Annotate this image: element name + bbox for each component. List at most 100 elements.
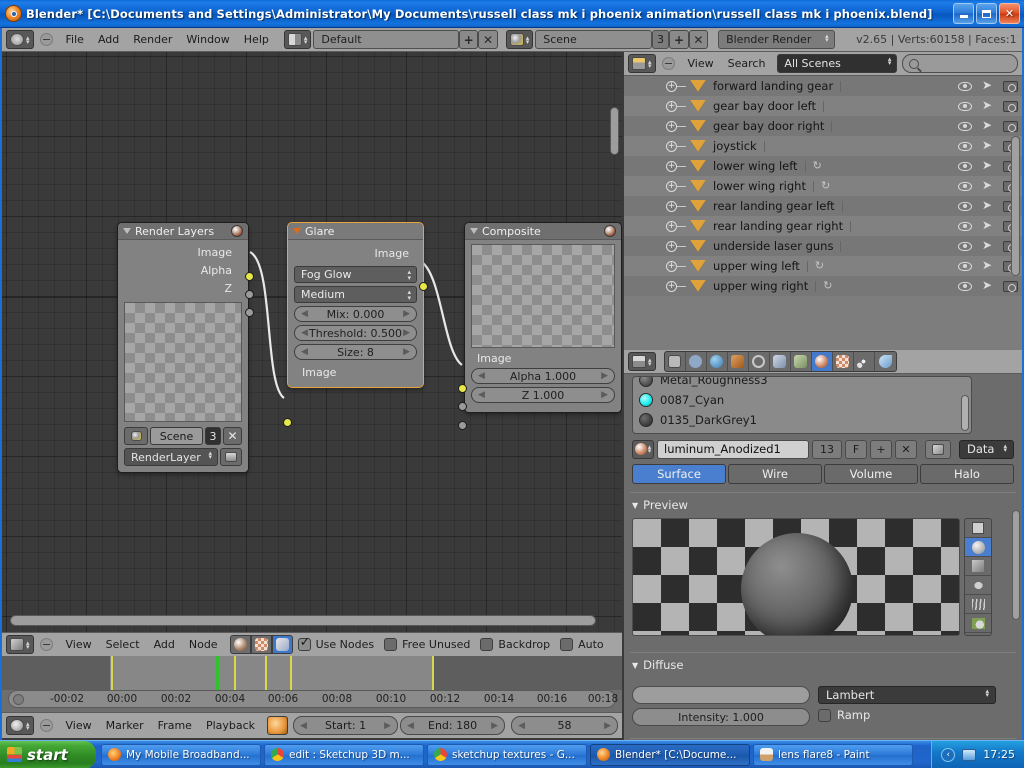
socket-composite-z-in[interactable] [458, 421, 467, 430]
collapse-triangle-icon[interactable] [470, 228, 478, 234]
modifier-icon[interactable]: ↻ [823, 280, 836, 292]
scene-users-count[interactable]: 3 [652, 30, 669, 49]
collapse-menu-icon[interactable] [40, 719, 53, 732]
render-engine-dropdown[interactable]: Blender Render ▴▾ [718, 30, 835, 49]
node-glare[interactable]: Glare Image Fog Glow ▴▾ Medium ▴▾ [287, 222, 424, 388]
diffuse-shader-dropdown[interactable]: Lambert ▴▾ [818, 686, 996, 704]
mesh-data-icon[interactable] [836, 280, 851, 292]
socket-composite-image-in[interactable] [458, 384, 467, 393]
preview-sphere-sky-button[interactable] [965, 614, 991, 633]
tab-texture[interactable] [833, 352, 854, 371]
expand-icon[interactable]: + [666, 121, 677, 132]
node-header[interactable]: Render Layers [118, 223, 248, 240]
mesh-data-icon[interactable] [848, 240, 863, 252]
material-users-count[interactable]: 13 [812, 440, 842, 459]
tab-scene[interactable] [707, 352, 728, 371]
composite-z-slider[interactable]: ◀ Z 1.000 ▶ [471, 387, 615, 403]
glare-size-slider[interactable]: ◀ Size: 8 ▶ [294, 344, 417, 360]
outliner-row-upper-wing-right[interactable]: + upper wing right ↻ ➤ [624, 276, 1022, 296]
outliner-search-input[interactable] [902, 54, 1018, 73]
material-preview[interactable] [632, 518, 960, 636]
menu-add[interactable]: Add [91, 29, 126, 51]
unlink-material-button[interactable]: ✕ [895, 440, 917, 459]
timeline-menu-view[interactable]: View [59, 715, 99, 737]
material-slot-list[interactable]: Metal_Roughness3 0087_Cyan 0135_DarkGrey… [632, 376, 972, 434]
preview-panel-header[interactable]: ▼ Preview [632, 498, 688, 512]
node-menu-node[interactable]: Node [182, 634, 225, 656]
backdrop-checkbox[interactable] [480, 638, 493, 651]
screen-layout-icon-button[interactable]: ▴▾ [284, 30, 312, 49]
expand-icon[interactable]: + [666, 281, 677, 292]
timeline-keyframe[interactable] [290, 656, 292, 690]
node-menu-add[interactable]: Add [147, 634, 182, 656]
node-render-layers[interactable]: Render Layers Image Alpha Z Scene [117, 222, 249, 473]
expand-icon[interactable]: + [666, 161, 677, 172]
outliner-editor[interactable]: ▴▾ View Search All Scenes ▴▾ + forward l… [624, 52, 1022, 350]
screen-layout-field[interactable]: Default [313, 30, 459, 49]
decrease-arrow-icon[interactable]: ◀ [301, 328, 308, 338]
tab-render-layers[interactable] [686, 352, 707, 371]
collapse-menu-icon[interactable] [40, 638, 53, 651]
tab-world[interactable] [728, 352, 749, 371]
expand-icon[interactable]: + [666, 221, 677, 232]
socket-image-out[interactable] [245, 272, 254, 281]
mesh-data-icon[interactable] [858, 220, 873, 232]
selectability-cursor-icon[interactable]: ➤ [982, 80, 993, 92]
mesh-data-icon[interactable] [831, 100, 846, 112]
visibility-eye-icon[interactable] [958, 82, 972, 91]
ramp-checkbox[interactable] [818, 709, 831, 722]
clock[interactable]: 17:25 [983, 748, 1015, 761]
node-header[interactable]: Glare [288, 223, 423, 240]
material-slot-row[interactable]: 0087_Cyan [633, 390, 971, 410]
material-type-volume[interactable]: Volume [824, 464, 918, 484]
visibility-eye-icon[interactable] [958, 202, 972, 211]
network-icon[interactable] [962, 749, 976, 761]
scene-icon-button[interactable]: ▴▾ [506, 30, 534, 49]
add-material-button[interactable]: + [870, 440, 892, 459]
preview-sphere-button[interactable] [965, 538, 991, 557]
node-composite[interactable]: Composite Image ◀ Alpha 1.000 ▶ ◀ [464, 222, 622, 413]
modifier-icon[interactable]: ↻ [821, 180, 834, 192]
minimize-button[interactable] [953, 3, 974, 24]
material-link-dropdown[interactable]: Data ▴▾ [959, 440, 1014, 459]
collapse-triangle-icon[interactable] [293, 228, 301, 234]
outliner-row-upper-wing-left[interactable]: + upper wing left ↻ ➤ [624, 256, 1022, 276]
node-menu-view[interactable]: View [59, 634, 99, 656]
increase-arrow-icon[interactable]: ▶ [604, 721, 611, 731]
browse-material-button[interactable]: ▴▾ [632, 440, 654, 459]
glare-type-dropdown[interactable]: Fog Glow ▴▾ [294, 266, 417, 283]
glare-threshold-slider[interactable]: ◀ Threshold: 0.500 ▶ [294, 325, 417, 341]
modifier-icon[interactable]: ↻ [813, 160, 826, 172]
timeline-ruler-knob[interactable] [13, 694, 24, 705]
preview-cube-button[interactable] [965, 557, 991, 576]
tab-particles[interactable] [854, 352, 875, 371]
visibility-eye-icon[interactable] [958, 122, 972, 131]
node-menu-select[interactable]: Select [99, 634, 147, 656]
mesh-data-icon[interactable] [826, 160, 841, 172]
mesh-data-icon[interactable] [828, 260, 843, 272]
tab-object[interactable] [749, 352, 770, 371]
tab-render[interactable] [665, 352, 686, 371]
node-header[interactable]: Composite [465, 223, 621, 240]
preview-monkey-button[interactable] [965, 576, 991, 595]
visibility-eye-icon[interactable] [958, 282, 972, 291]
increase-arrow-icon[interactable]: ▶ [491, 721, 498, 731]
taskbar-item-blender[interactable]: Blender* [C:\Docume... [590, 744, 750, 766]
visibility-eye-icon[interactable] [958, 142, 972, 151]
mesh-data-icon[interactable] [834, 180, 849, 192]
tab-material[interactable] [812, 352, 833, 371]
collapse-menu-icon[interactable] [40, 33, 53, 46]
collapse-triangle-icon[interactable] [123, 228, 131, 234]
material-type-wire[interactable]: Wire [728, 464, 822, 484]
outliner-vertical-scrollbar[interactable] [1011, 136, 1020, 276]
increase-arrow-icon[interactable]: ▶ [403, 309, 410, 319]
tab-physics[interactable] [875, 352, 896, 371]
outliner-display-mode-dropdown[interactable]: All Scenes ▴▾ [777, 54, 897, 73]
editor-type-timeline[interactable]: ▴▾ [6, 716, 34, 735]
node-renderlayer-dropdown[interactable]: RenderLayer ▴▾ [124, 448, 218, 466]
menu-render[interactable]: Render [126, 29, 179, 51]
diffuse-panel-header[interactable]: ▼ Diffuse [632, 658, 684, 672]
selectability-cursor-icon[interactable]: ➤ [982, 280, 993, 292]
socket-composite-alpha-in[interactable] [458, 402, 467, 411]
decrease-arrow-icon[interactable]: ◀ [301, 347, 308, 357]
